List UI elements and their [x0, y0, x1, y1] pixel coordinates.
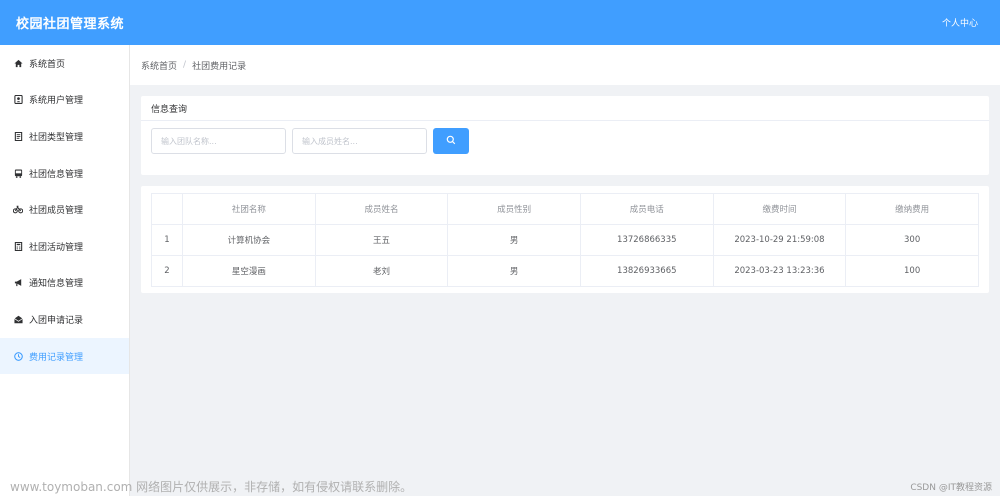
cell-member-gender: 男	[447, 255, 581, 287]
breadcrumb-current: 社团费用记录	[192, 61, 247, 72]
bus-icon	[13, 168, 23, 178]
sidebar-item-label: 费用记录管理	[29, 352, 84, 363]
sidebar-item-label: 社团类型管理	[29, 132, 84, 143]
sidebar-item-club-info[interactable]: 社团信息管理	[0, 155, 129, 192]
cell-fee-amount: 100	[845, 255, 979, 287]
user-card-icon	[13, 95, 23, 105]
fee-records-panel: 社团名称 成员姓名 成员性别 成员电话 缴费时间 缴纳费用 1 计算机协会 王五…	[141, 186, 989, 293]
column-header-fee-amount: 缴纳费用	[845, 193, 979, 225]
breadcrumb: 系统首页 / 社团费用记录	[130, 45, 1000, 85]
cell-index: 1	[151, 224, 183, 256]
sidebar: 系统首页 系统用户管理 社团类型管理 社团信息管理 社团成员管理 社团活动管理	[0, 45, 130, 496]
clock-icon	[13, 351, 23, 361]
column-header-payment-time: 缴费时间	[712, 193, 847, 225]
sidebar-item-label: 社团活动管理	[29, 242, 84, 253]
cell-member-gender: 男	[447, 224, 581, 256]
sidebar-item-notices[interactable]: 通知信息管理	[0, 265, 129, 302]
team-name-input[interactable]: 输入团队名称...	[151, 128, 286, 154]
calculator-icon	[13, 241, 23, 251]
sidebar-item-label: 社团成员管理	[29, 206, 84, 217]
fee-records-table: 社团名称 成员姓名 成员性别 成员电话 缴费时间 缴纳费用 1 计算机协会 王五…	[151, 193, 979, 287]
sidebar-item-applications[interactable]: 入团申请记录	[0, 301, 129, 338]
search-icon	[446, 135, 456, 148]
cell-member-name: 王五	[314, 224, 449, 256]
cell-club-name: 星空漫画	[182, 255, 316, 287]
sidebar-item-club-members[interactable]: 社团成员管理	[0, 191, 129, 228]
column-header-club-name: 社团名称	[182, 193, 316, 225]
cell-fee-amount: 300	[845, 224, 979, 256]
home-icon	[13, 58, 23, 68]
sidebar-item-label: 系统首页	[29, 59, 66, 70]
cell-member-phone: 13726866335	[579, 224, 714, 256]
search-button[interactable]	[433, 128, 469, 154]
bike-icon	[13, 205, 23, 215]
sidebar-item-label: 系统用户管理	[29, 96, 84, 107]
search-panel: 信息查询 输入团队名称... 输入成员姓名...	[141, 96, 989, 175]
cell-index: 2	[151, 255, 183, 287]
search-panel-title: 信息查询	[141, 96, 989, 121]
sidebar-item-system-users[interactable]: 系统用户管理	[0, 82, 129, 119]
document-icon	[13, 131, 23, 141]
column-header-member-name: 成员姓名	[314, 193, 449, 225]
sidebar-item-label: 入团申请记录	[29, 315, 84, 326]
cell-payment-time: 2023-03-23 13:23:36	[712, 255, 847, 287]
envelope-open-icon	[13, 314, 23, 324]
column-header-index	[151, 193, 183, 225]
sidebar-item-fee-records[interactable]: 费用记录管理	[0, 337, 129, 375]
watermark-text: www.toymoban.com 网络图片仅供展示，非存储，如有侵权请联系删除。	[10, 480, 413, 494]
column-header-member-gender: 成员性别	[447, 193, 581, 225]
sidebar-item-club-types[interactable]: 社团类型管理	[0, 118, 129, 155]
cell-payment-time: 2023-10-29 21:59:08	[712, 224, 847, 256]
member-name-input[interactable]: 输入成员姓名...	[292, 128, 427, 154]
table-header-row: 社团名称 成员姓名 成员性别 成员电话 缴费时间 缴纳费用	[151, 193, 979, 225]
table-row[interactable]: 1 计算机协会 王五 男 13726866335 2023-10-29 21:5…	[151, 224, 979, 256]
table-row[interactable]: 2 星空漫画 老刘 男 13826933665 2023-03-23 13:23…	[151, 255, 979, 287]
cell-member-name: 老刘	[314, 255, 449, 287]
breadcrumb-separator: /	[183, 60, 187, 70]
credit-text: CSDN @IT教程资源	[910, 483, 992, 493]
cell-club-name: 计算机协会	[182, 224, 316, 256]
main-content: 系统首页 / 社团费用记录 信息查询 输入团队名称... 输入成员姓名... 社…	[130, 45, 1000, 496]
column-header-member-phone: 成员电话	[579, 193, 714, 225]
sidebar-item-label: 社团信息管理	[29, 169, 84, 180]
sidebar-item-label: 通知信息管理	[29, 279, 84, 290]
megaphone-icon	[13, 278, 23, 288]
app-title: 校园社团管理系统	[16, 17, 125, 32]
user-center-link[interactable]: 个人中心	[942, 16, 978, 29]
top-header: 校园社团管理系统 个人中心	[0, 0, 1000, 45]
sidebar-item-club-activities[interactable]: 社团活动管理	[0, 228, 129, 265]
cell-member-phone: 13826933665	[579, 255, 714, 287]
breadcrumb-home[interactable]: 系统首页	[141, 59, 177, 72]
sidebar-item-home[interactable]: 系统首页	[0, 45, 129, 82]
